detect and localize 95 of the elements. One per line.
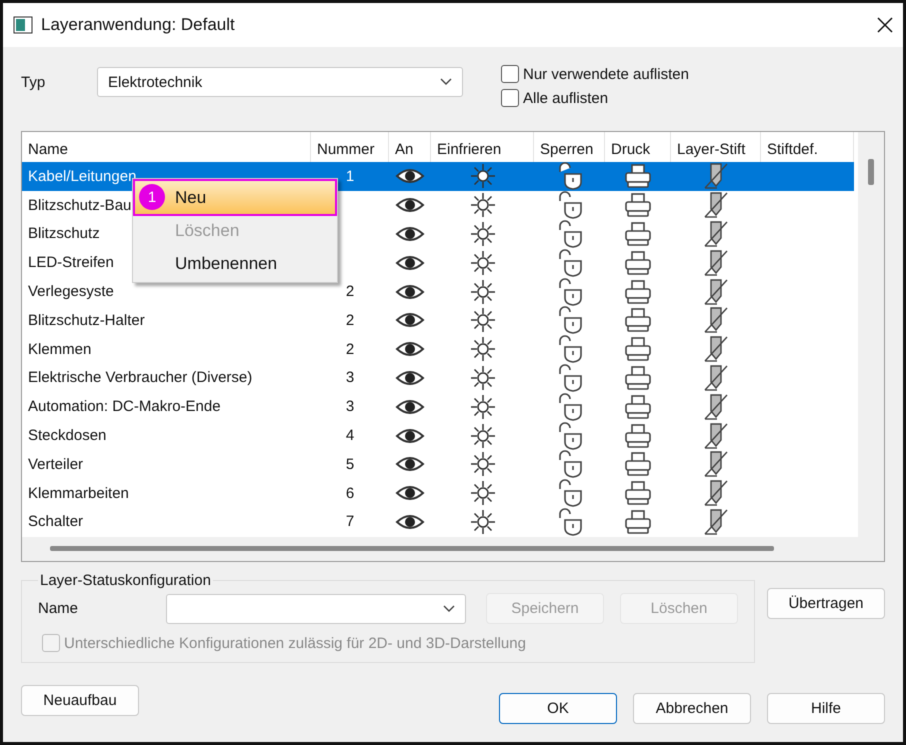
- printer-icon: [624, 422, 652, 449]
- step-badge: 1: [139, 184, 165, 210]
- pen-icon: [703, 479, 729, 508]
- eye-icon: [395, 426, 425, 445]
- printer-icon: [624, 480, 652, 506]
- type-dropdown[interactable]: Elektrotechnik: [97, 67, 463, 97]
- filter-checkbox[interactable]: Nur verwendete auflisten: [501, 65, 689, 83]
- dialog-button[interactable]: Hilfe: [767, 693, 885, 724]
- eye-icon: [395, 340, 425, 358]
- eye-icon: [395, 282, 425, 301]
- eye-icon: [395, 254, 425, 272]
- printer-icon: [624, 508, 652, 535]
- pen-icon: [703, 162, 729, 190]
- layer-name: Klemmarbeiten: [28, 484, 129, 502]
- number-cell: 4: [346, 427, 354, 444]
- sun-icon: [470, 163, 496, 190]
- dialog-button[interactable]: Abbrechen: [633, 693, 751, 724]
- pen-icon: [703, 335, 729, 364]
- printer-icon: [624, 394, 652, 420]
- layer-name: Kabel/Leitungen: [28, 168, 136, 185]
- sun-icon: [470, 192, 496, 218]
- eye-icon: [395, 455, 425, 474]
- layer-name: Verteiler: [28, 456, 84, 473]
- sun-icon: [470, 220, 496, 247]
- sun-icon: [470, 508, 496, 535]
- layer-name: Steckdosen: [28, 427, 106, 444]
- printer-icon: [624, 336, 652, 362]
- layer-name: Automation: DC-Makro-Ende: [28, 398, 221, 416]
- sun-icon: [470, 250, 496, 276]
- name-label: Name: [38, 600, 80, 617]
- eye-icon: [395, 512, 425, 531]
- transfer-button[interactable]: Übertragen: [767, 588, 885, 619]
- pen-icon: [703, 278, 729, 306]
- filter-checkbox[interactable]: Alle auflisten: [501, 89, 689, 107]
- group-title: Layer-Statuskonfiguration: [39, 572, 212, 589]
- layer-name: Elektrische Verbraucher (Diverse): [28, 369, 252, 386]
- app-icon: [13, 16, 33, 34]
- pen-icon: [703, 248, 729, 277]
- horizontal-scrollbar[interactable]: [22, 537, 858, 561]
- pen-icon: [703, 508, 729, 536]
- pen-icon: [703, 306, 729, 334]
- type-label: Typ: [21, 74, 46, 90]
- close-icon[interactable]: [877, 17, 893, 33]
- eye-icon: [395, 368, 425, 387]
- eye-icon: [395, 224, 425, 243]
- sun-icon: [470, 336, 496, 362]
- pen-icon: [703, 364, 729, 392]
- number-cell: 1: [346, 168, 354, 185]
- menu-item[interactable]: 1 Neu: [135, 181, 335, 214]
- pen-icon: [703, 191, 729, 220]
- layer-name: Klemmen: [28, 340, 92, 358]
- pen-icon: [703, 450, 729, 478]
- number-cell: 2: [346, 283, 354, 300]
- printer-icon: [624, 451, 652, 478]
- pen-icon: [703, 392, 729, 421]
- printer-icon: [624, 163, 652, 190]
- sun-icon: [470, 364, 496, 391]
- sun-icon: [470, 422, 496, 449]
- layer-name: Verlegesyste: [28, 283, 114, 300]
- eye-icon: [395, 167, 425, 186]
- layer-name: Blitzschutz-Halter: [28, 312, 145, 329]
- sun-icon: [470, 480, 496, 506]
- window-title: Layeranwendung: Default: [41, 15, 236, 35]
- printer-icon: [624, 192, 652, 218]
- dialog-button[interactable]: OK: [499, 693, 617, 724]
- sun-icon: [470, 451, 496, 478]
- eye-icon: [395, 311, 425, 330]
- number-cell: 6: [346, 484, 354, 502]
- eye-icon: [395, 484, 425, 502]
- name-dropdown[interactable]: [166, 594, 466, 624]
- sun-icon: [470, 278, 496, 305]
- printer-icon: [624, 307, 652, 334]
- printer-icon: [624, 220, 652, 247]
- printer-icon: [624, 278, 652, 305]
- printer-icon: [624, 250, 652, 276]
- number-cell: 3: [346, 369, 354, 386]
- eye-icon: [395, 398, 425, 416]
- number-cell: 2: [346, 340, 354, 358]
- layer-name: Blitzschutz: [28, 225, 100, 242]
- layer-name: Blitzschutz-Bau: [28, 196, 132, 214]
- vertical-scrollbar[interactable]: [858, 132, 884, 561]
- sun-icon: [470, 307, 496, 334]
- pen-icon: [703, 422, 729, 450]
- menu-item[interactable]: Umbenennen: [135, 247, 335, 280]
- number-cell: 3: [346, 398, 354, 416]
- sun-icon: [470, 394, 496, 420]
- layer-name: LED-Streifen: [28, 254, 114, 272]
- number-cell: 7: [346, 513, 354, 530]
- printer-icon: [624, 364, 652, 391]
- pen-icon: [703, 220, 729, 248]
- rebuild-button[interactable]: Neuaufbau: [21, 685, 139, 716]
- number-cell: 2: [346, 312, 354, 329]
- number-cell: 5: [346, 456, 354, 473]
- eye-icon: [395, 196, 425, 214]
- layer-name: Schalter: [28, 513, 84, 530]
